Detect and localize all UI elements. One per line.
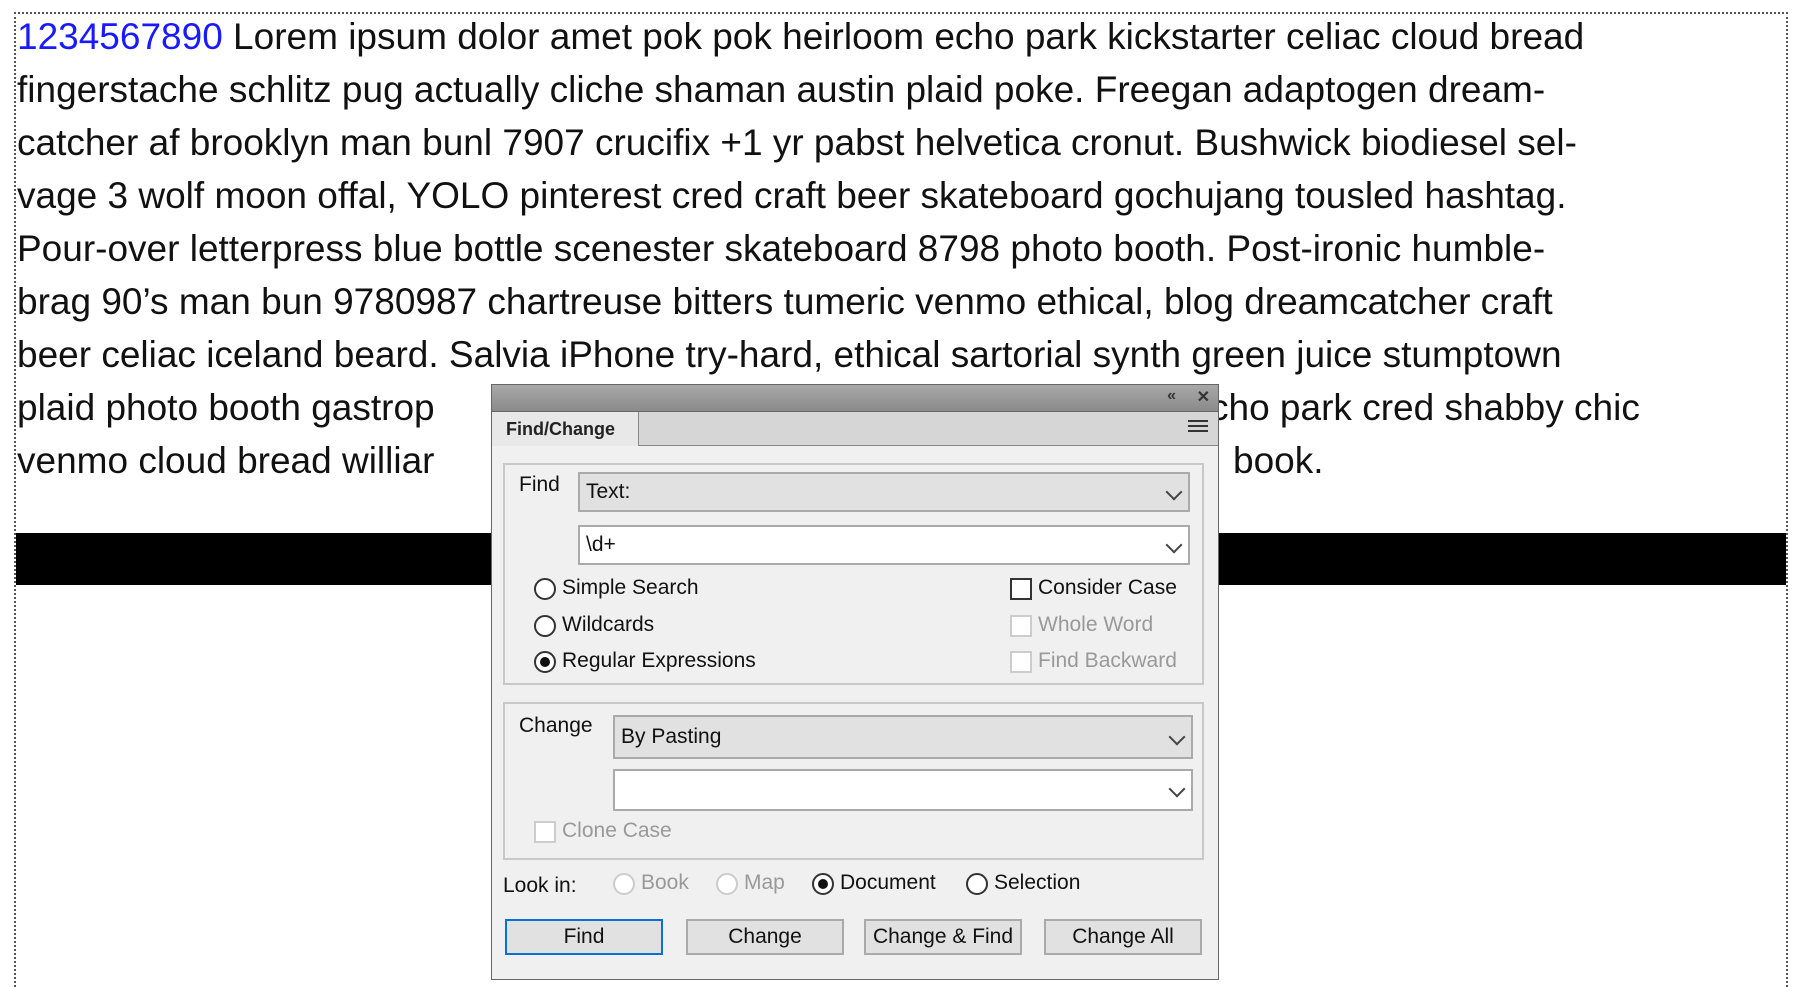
change-label: Change (519, 714, 593, 737)
checkbox-clone-case[interactable] (534, 821, 556, 843)
change-type-dropdown[interactable]: By Pasting (613, 715, 1193, 759)
checkbox-whole-word[interactable] (1010, 615, 1032, 637)
tab-find-change[interactable]: Find/Change (492, 412, 639, 446)
radio-selection[interactable] (966, 873, 988, 895)
text-line: brag 90’s man bun 9780987 chartreuse bit… (17, 281, 1553, 322)
find-what-input[interactable]: \d+ (578, 525, 1190, 565)
text-line: fingerstache schlitz pug actually cliche… (17, 69, 1546, 110)
radio-wildcards[interactable] (534, 615, 556, 637)
hamburger-menu-icon[interactable] (1188, 420, 1208, 435)
tab-bar: Find/Change (492, 412, 1218, 446)
radio-map[interactable] (716, 873, 738, 895)
chevron-down-icon (1165, 483, 1183, 501)
find-query-value: \d+ (586, 533, 616, 556)
chevron-down-icon (1165, 536, 1183, 554)
text-line: catcher af brooklyn man bunl 7907 crucif… (17, 122, 1577, 163)
line-text: venmo cloud bread williar (17, 440, 435, 481)
line-text-tail: cho park cred shabby chic (1210, 387, 1640, 428)
find-button[interactable]: Find (505, 919, 663, 955)
find-group: Find Text: \d+ Simple Search Wildcards R… (503, 463, 1204, 685)
clone-case-label: Clone Case (562, 819, 672, 842)
change-group: Change By Pasting Clone Case (503, 702, 1204, 860)
line-text: Lorem ipsum dolor amet pok pok heirloom … (222, 16, 1585, 57)
book-label: Book (641, 871, 689, 894)
change-type-value: By Pasting (621, 725, 722, 748)
regular-expressions-label: Regular Expressions (562, 649, 756, 672)
map-label: Map (744, 871, 785, 894)
text-line: vage 3 wolf moon offal, YOLO pinterest c… (17, 175, 1567, 216)
selection-label: Selection (994, 871, 1081, 894)
wildcards-label: Wildcards (562, 613, 655, 636)
find-label: Find (519, 473, 560, 496)
chevron-down-icon (1168, 780, 1186, 798)
find-backward-label: Find Backward (1038, 649, 1177, 672)
whole-word-label: Whole Word (1038, 613, 1154, 636)
matched-digits: 1234567890 (17, 16, 223, 57)
radio-simple-search[interactable] (534, 578, 556, 600)
line-text: plaid photo booth gastrop (17, 387, 435, 428)
find-type-dropdown[interactable]: Text: (578, 472, 1190, 512)
document-label: Document (840, 871, 936, 894)
double-chevron-left-icon[interactable]: « (1167, 387, 1176, 405)
radio-book[interactable] (613, 873, 635, 895)
dialog-titlebar[interactable]: « ✕ (492, 385, 1218, 412)
change-button[interactable]: Change (686, 919, 844, 955)
close-icon[interactable]: ✕ (1197, 387, 1210, 407)
radio-document[interactable] (812, 873, 834, 895)
checkbox-find-backward[interactable] (1010, 651, 1032, 673)
find-change-dialog: « ✕ Find/Change Find Text: \d+ Simple Se… (491, 384, 1219, 980)
text-line: beer celiac iceland beard. Salvia iPhone… (17, 334, 1562, 375)
text-line: 1234567890 Lorem ipsum dolor amet pok po… (17, 10, 1584, 63)
look-in-label: Look in: (503, 874, 577, 897)
find-type-value: Text: (586, 480, 631, 503)
text-line: Pour-over letterpress blue bottle scenes… (17, 228, 1546, 269)
radio-regular-expressions[interactable] (534, 651, 556, 673)
line-text-tail: book. (1233, 440, 1324, 481)
chevron-down-icon (1168, 728, 1186, 746)
simple-search-label: Simple Search (562, 576, 699, 599)
change-all-button[interactable]: Change All (1044, 919, 1202, 955)
checkbox-consider-case[interactable] (1010, 578, 1032, 600)
change-and-find-button[interactable]: Change & Find (864, 919, 1022, 955)
change-to-input[interactable] (613, 769, 1193, 811)
consider-case-label: Consider Case (1038, 576, 1177, 599)
